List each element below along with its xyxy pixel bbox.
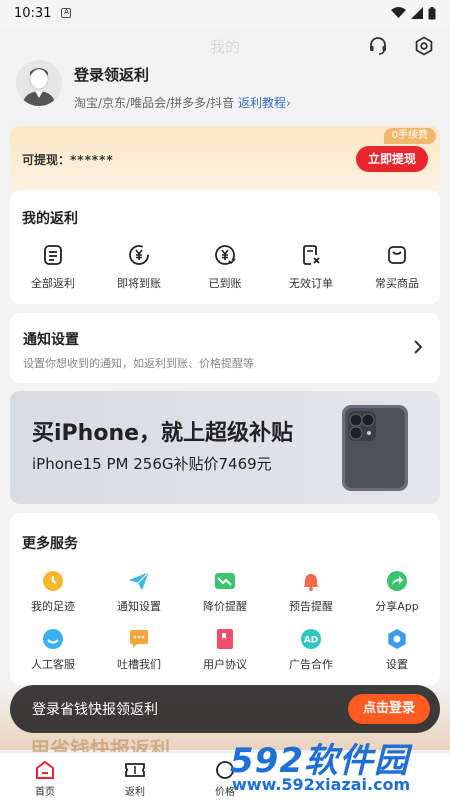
more-services-title: 更多服务	[22, 536, 78, 552]
document-icon	[40, 242, 66, 268]
status-bar: 10:31 A	[0, 0, 450, 26]
ticket-icon	[125, 763, 145, 777]
site-watermark: 592软件园 www.592xiazai.com	[220, 733, 450, 800]
banner-title: 买iPhone，就上超级补贴	[32, 421, 294, 446]
rebate-tutorial-link[interactable]: 返利教程	[238, 96, 286, 110]
withdrawable-label: 可提现：	[22, 153, 71, 167]
service-label: 预告提醒	[289, 600, 333, 613]
gear-icon	[388, 629, 406, 649]
service-label: 我的足迹	[31, 600, 75, 613]
shopping-bag-icon	[384, 242, 410, 268]
services-row: 我的足迹 通知设置 降价提醒 预告提醒 分享App	[10, 570, 440, 614]
avatar[interactable]	[16, 60, 62, 106]
service-label: 用户协议	[203, 658, 247, 671]
ad-icon: AD	[301, 629, 321, 649]
notification-settings-subtitle: 设置你想收到的通知，如返利到账、价格提醒等	[23, 357, 254, 370]
chevron-right-icon	[414, 340, 423, 354]
rebate-item-label: 即将到账	[117, 277, 161, 290]
status-time: 10:31	[14, 5, 52, 21]
tab-label: 首页	[35, 787, 55, 798]
tab-rebate[interactable]: 返利	[90, 753, 180, 800]
withdrawable-value: ******	[70, 153, 114, 167]
service-notify-settings[interactable]: 通知设置	[96, 570, 182, 614]
watermark-url: www.592xiazai.com	[232, 775, 411, 794]
rebate-item-label: 全部返利	[31, 277, 75, 290]
platform-list: 淘宝/京东/唯品会/拼多多/抖音 返利教程›	[74, 94, 291, 111]
service-customer-support[interactable]: 人工客服	[10, 628, 96, 672]
service-ad-cooperation[interactable]: AD 广告合作	[268, 628, 354, 672]
clock-icon	[43, 571, 63, 591]
rebate-icon-row: 全部返利 即将到账 已到账 无效订单 常买商品	[10, 242, 440, 291]
notification-settings-card[interactable]: 通知设置 设置你想收到的通知，如返利到账、价格提醒等	[10, 313, 440, 383]
rebate-item-pending[interactable]: 即将到账	[96, 242, 182, 291]
rebate-item-label: 已到账	[208, 277, 242, 290]
more-services-card: 更多服务 我的足迹 通知设置 降价提醒 预告提醒 分享App 人工客服 吐槽我们…	[10, 513, 440, 685]
service-footprint[interactable]: 我的足迹	[10, 570, 96, 614]
my-rebate-title: 我的返利	[22, 211, 78, 227]
wifi-icon	[391, 7, 406, 18]
rebate-item-all[interactable]: 全部返利	[10, 242, 96, 291]
login-promo-text: 登录省钱快报领返利	[32, 702, 158, 718]
iphone-image	[342, 405, 408, 491]
service-label: 分享App	[375, 600, 419, 613]
notification-settings-title: 通知设置	[23, 332, 79, 348]
share-icon	[387, 571, 407, 591]
service-label: 降价提醒	[203, 600, 247, 613]
tab-home[interactable]: 首页	[0, 753, 90, 800]
invalid-order-icon	[298, 242, 324, 268]
rebate-item-label: 无效订单	[289, 277, 333, 290]
service-feedback[interactable]: 吐槽我们	[96, 628, 182, 672]
rebate-item-label: 常买商品	[375, 277, 419, 290]
rebate-item-invalid[interactable]: 无效订单	[268, 242, 354, 291]
service-share-app[interactable]: 分享App	[354, 570, 440, 614]
bell-icon	[304, 574, 318, 591]
notification-icon: A	[61, 8, 72, 18]
yen-pending-icon	[126, 242, 152, 268]
service-label: 设置	[386, 658, 408, 671]
tab-label: 返利	[125, 787, 145, 798]
zero-fee-badge: 0手续费	[383, 128, 436, 144]
headset-icon[interactable]	[366, 34, 390, 58]
service-label: 人工客服	[31, 658, 75, 671]
chat-icon	[130, 630, 148, 648]
agreement-icon	[217, 629, 233, 649]
service-price-drop[interactable]: 降价提醒	[182, 570, 268, 614]
service-label: 通知设置	[117, 600, 161, 613]
yen-received-icon	[212, 242, 238, 268]
service-label: 吐槽我们	[117, 658, 161, 671]
settings-icon[interactable]	[412, 34, 436, 58]
signal-icon	[411, 7, 423, 19]
paper-plane-icon	[129, 571, 150, 590]
withdrawable-amount: 可提现：******	[22, 151, 114, 168]
rebate-item-received[interactable]: 已到账	[182, 242, 268, 291]
login-title[interactable]: 登录领返利	[74, 64, 149, 85]
banner-subtitle: iPhone15 PM 256G补贴价7469元	[32, 455, 272, 473]
battery-icon	[428, 6, 436, 19]
chevron-right-icon: ›	[286, 96, 291, 110]
service-label: 广告合作	[289, 658, 333, 671]
price-drop-icon	[215, 573, 235, 589]
service-preview-reminder[interactable]: 预告提醒	[268, 570, 354, 614]
service-settings[interactable]: 设置	[354, 628, 440, 672]
login-button[interactable]: 点击登录	[348, 694, 430, 724]
services-row: 人工客服 吐槽我们 用户协议 AD 广告合作 设置	[10, 628, 440, 672]
rebate-item-frequent[interactable]: 常买商品	[354, 242, 440, 291]
iphone-subsidy-banner[interactable]: 买iPhone，就上超级补贴 iPhone15 PM 256G补贴价7469元	[10, 391, 440, 504]
login-promo-bar[interactable]: 登录省钱快报领返利 点击登录	[10, 685, 440, 733]
home-icon	[36, 760, 54, 779]
profile-section[interactable]: 登录领返利 淘宝/京东/唯品会/拼多多/抖音 返利教程›	[16, 56, 436, 116]
my-rebate-card: 我的返利 全部返利 即将到账 已到账 无效订单 常买商品	[10, 190, 440, 304]
withdraw-button[interactable]: 立即提现	[356, 146, 428, 172]
platforms-text: 淘宝/京东/唯品会/拼多多/抖音	[74, 96, 235, 110]
service-user-agreement[interactable]: 用户协议	[182, 628, 268, 672]
customer-service-icon	[43, 629, 63, 649]
svg-text:AD: AD	[304, 636, 318, 646]
